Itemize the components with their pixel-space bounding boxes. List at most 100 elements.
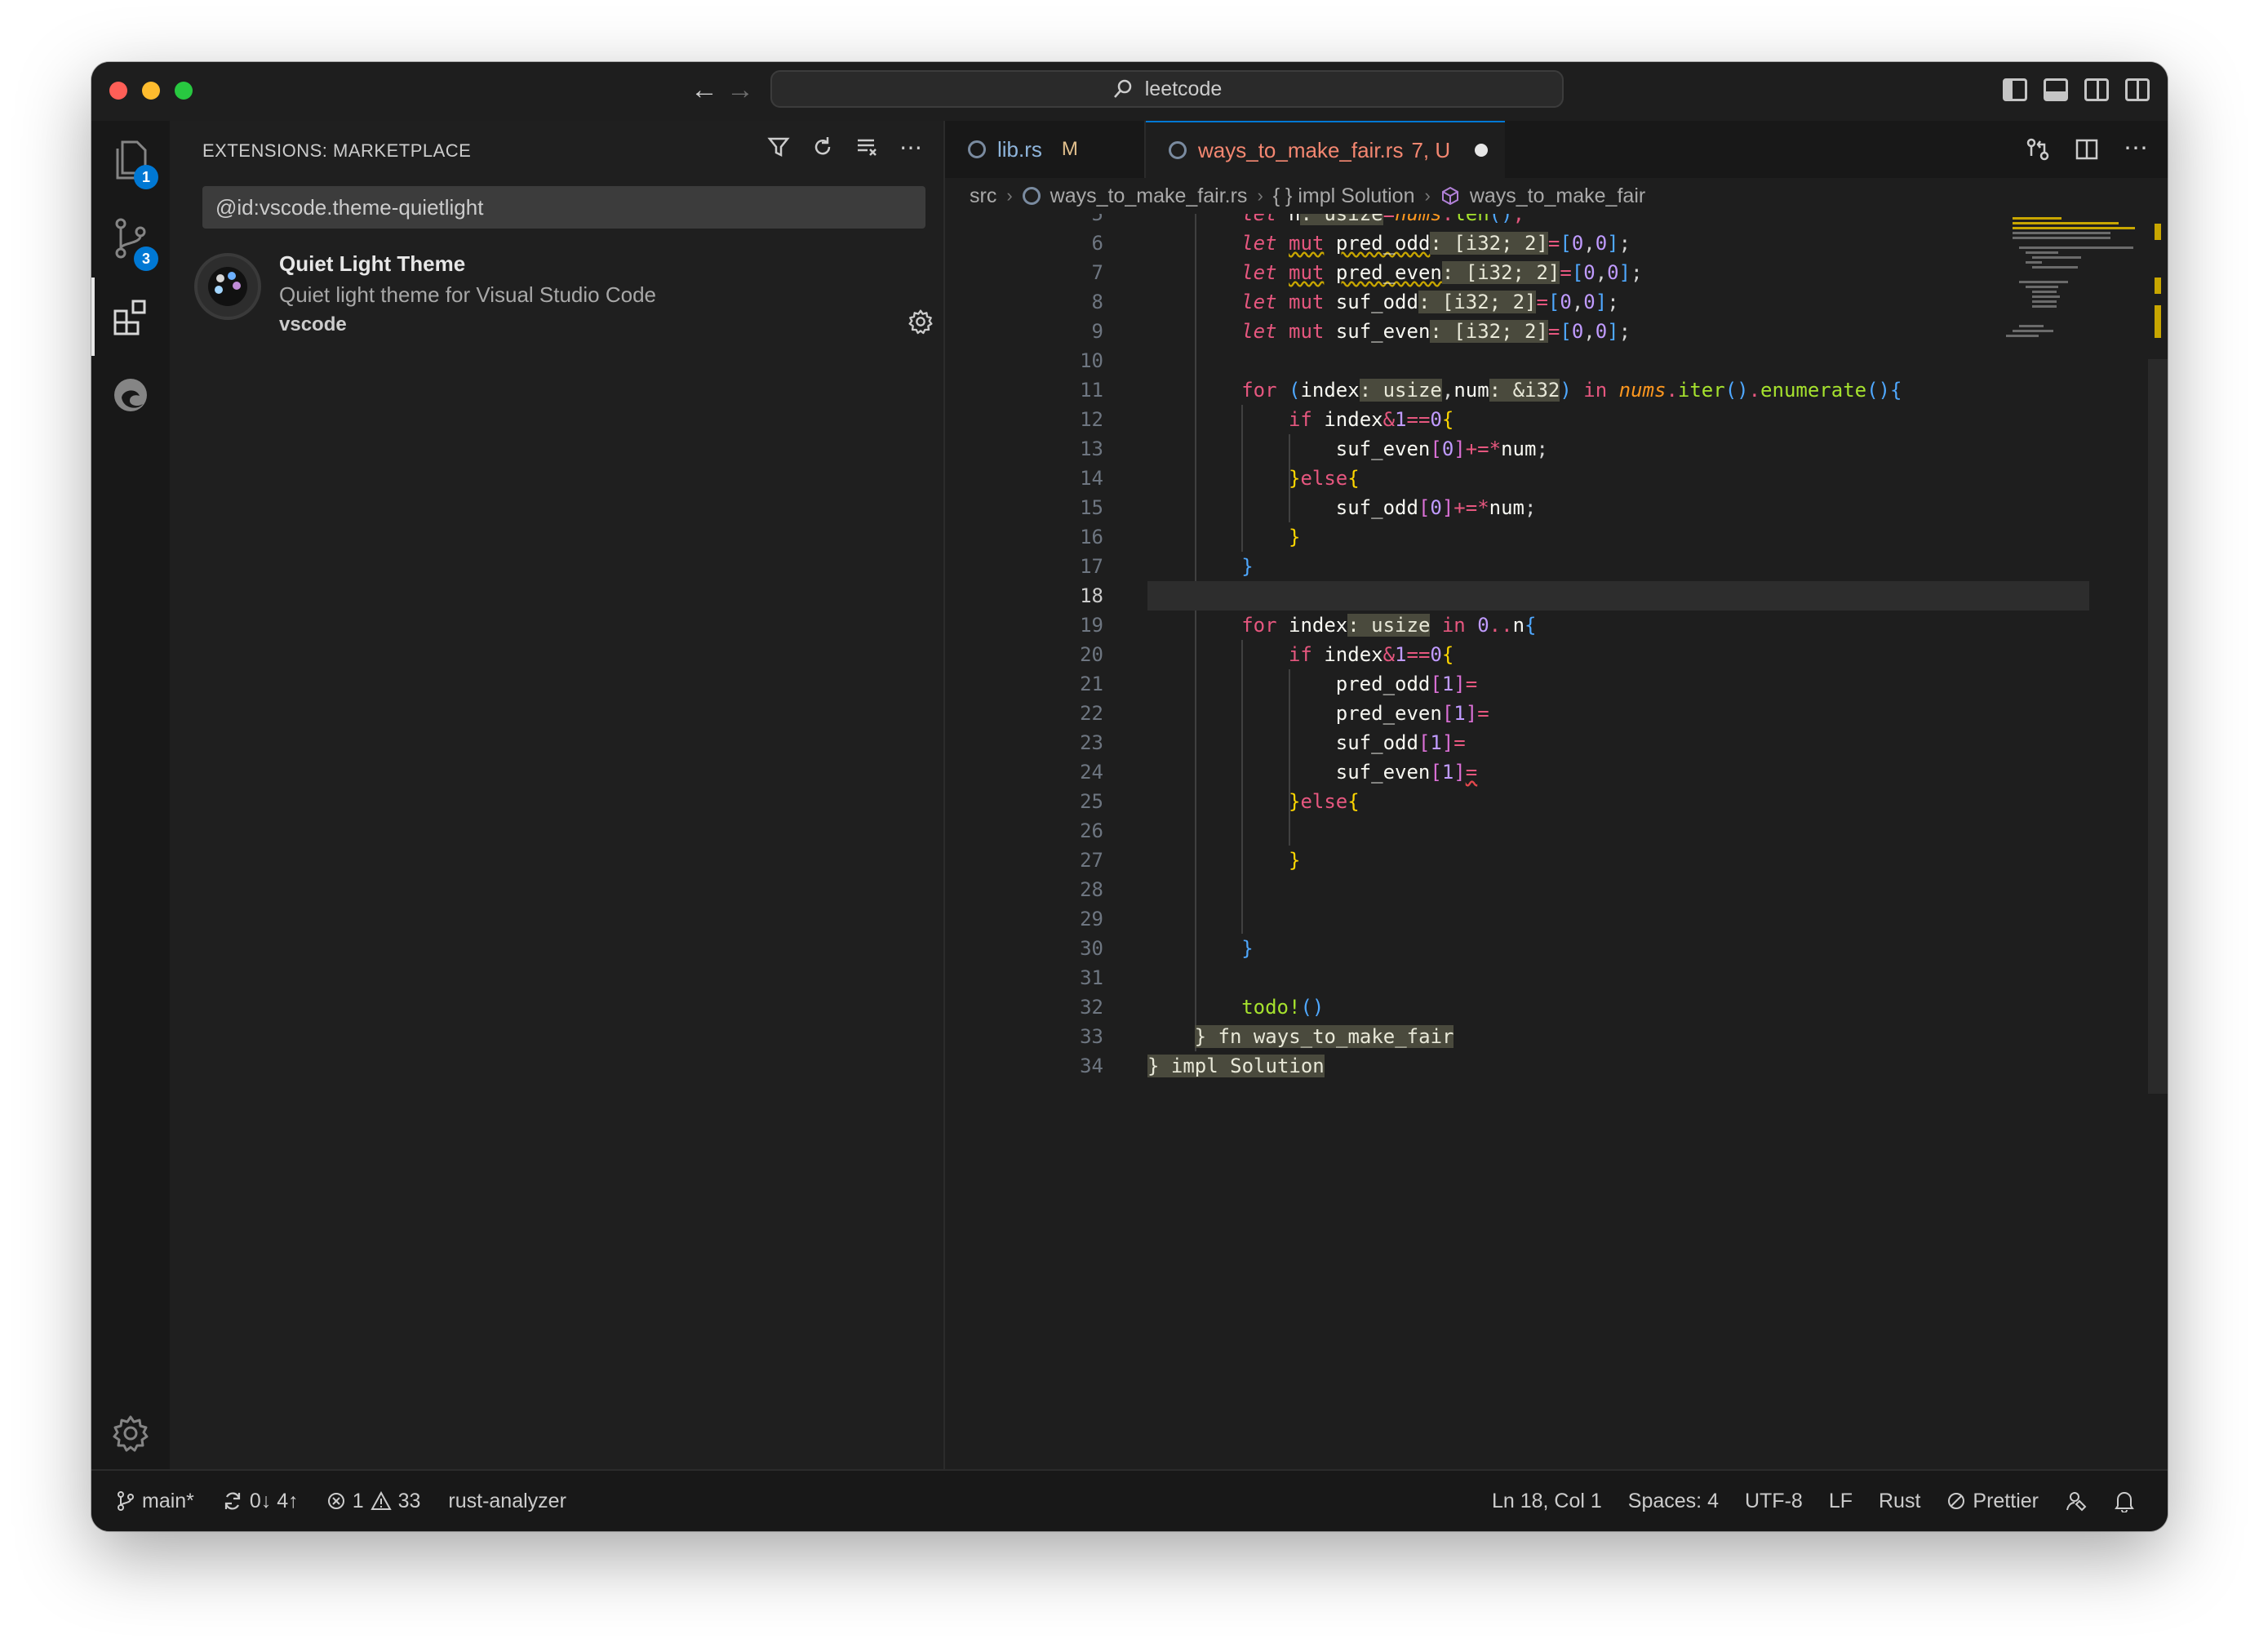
search-icon (1113, 79, 1131, 98)
tab-label: ways_to_make_fair.rs (1198, 137, 1404, 162)
code-text: pred_odd[1]= (1335, 673, 1478, 695)
code-line[interactable]: 7 let mut pred_even: [i32; 2]=[0,0]; (945, 258, 2112, 287)
code-line[interactable]: 11 for (index: usize,num: &i32) in nums.i… (945, 375, 2112, 405)
command-center-search[interactable]: leetcode (770, 70, 1564, 108)
unsaved-dot-icon[interactable] (1475, 144, 1489, 157)
scrollbar-thumb[interactable] (2148, 359, 2168, 1094)
extensions-sidebar: EXTENSIONS: MARKETPLACE ⋯ @id:vscode.the… (170, 121, 945, 1469)
code-line[interactable]: 14 }else{ (945, 464, 2112, 493)
code-line[interactable]: 32 todo!() (945, 993, 2112, 1022)
code-line[interactable]: 25 }else{ (945, 787, 2112, 816)
code-text: if index&1==0{ (1288, 408, 1454, 431)
code-line[interactable]: 13 suf_even[0]+=*num; (945, 434, 2112, 464)
notifications-bell-icon[interactable] (2114, 1490, 2135, 1512)
rust-file-icon (1022, 187, 1041, 205)
language-mode[interactable]: Rust (1879, 1490, 1920, 1513)
more-actions-icon[interactable]: ⋯ (898, 134, 924, 160)
customize-layout-icon[interactable] (2125, 78, 2150, 101)
code-text: } fn ways_to_make_fair (1194, 1025, 1454, 1048)
code-line[interactable]: 5 let n: usize=nums.len(); (945, 214, 2112, 229)
editor-more-actions-icon[interactable]: ⋯ (2124, 136, 2148, 162)
code-line[interactable]: 22 pred_even[1]= (945, 699, 2112, 728)
code-line[interactable]: 9 let mut suf_even: [i32; 2]=[0,0]; (945, 317, 2112, 346)
code-line[interactable]: 20 if index&1==0{ (945, 640, 2112, 669)
sidebar-title: EXTENSIONS: MARKETPLACE (202, 140, 472, 161)
prettier-status[interactable]: Prettier (1946, 1490, 2039, 1513)
warning-icon (370, 1491, 392, 1510)
code-line[interactable]: 12 if index&1==0{ (945, 405, 2112, 434)
close-window-button[interactable] (109, 82, 127, 100)
code-line[interactable]: 10 (945, 346, 2112, 375)
git-branch-icon (118, 1491, 134, 1511)
code-line[interactable]: 17} (945, 552, 2112, 581)
open-changes-icon[interactable] (2026, 137, 2050, 162)
feedback-icon[interactable] (2065, 1490, 2088, 1512)
tab-status: 7, U (1411, 137, 1451, 162)
code-line[interactable]: 24 suf_even[1]= (945, 757, 2112, 787)
branch-status[interactable]: main* (116, 1490, 194, 1513)
extensions-icon (113, 300, 146, 335)
language-server-status[interactable]: rust-analyzer (448, 1490, 566, 1513)
extension-settings-gear-icon[interactable] (908, 309, 934, 335)
extension-list-item[interactable]: Quiet Light Theme Quiet light theme for … (194, 245, 934, 336)
sync-counts: 0↓ 4↑ (249, 1489, 299, 1512)
breadcrumb-function[interactable]: ways_to_make_fair (1470, 184, 1645, 208)
explorer-badge: 1 (134, 165, 158, 189)
minimap[interactable] (2004, 214, 2148, 344)
line-number: 28 (1080, 878, 1103, 901)
code-editor[interactable]: 5 let n: usize=nums.len(); 6 let mut pred_o… (945, 214, 2112, 1469)
maximize-window-button[interactable] (175, 82, 193, 100)
breadcrumb-impl[interactable]: { } impl Solution (1273, 184, 1415, 208)
error-count: 1 (352, 1489, 364, 1512)
minimize-window-button[interactable] (142, 82, 160, 100)
code-text: pred_even[1]= (1335, 702, 1489, 725)
sync-status[interactable]: 0↓ 4↑ (222, 1490, 299, 1513)
edge-activity[interactable] (91, 356, 170, 434)
code-line[interactable]: 19 for index: usize in 0..n{ (945, 611, 2112, 640)
line-number: 9 (1091, 320, 1103, 343)
filter-icon[interactable] (766, 134, 792, 160)
toggle-panel-icon[interactable] (2044, 78, 2068, 101)
encoding[interactable]: UTF-8 (1745, 1490, 1803, 1513)
code-line[interactable]: 23 suf_odd[1]= (945, 728, 2112, 757)
code-line[interactable]: 31 (945, 963, 2112, 993)
code-line[interactable]: 30} (945, 934, 2112, 963)
toggle-primary-sidebar-icon[interactable] (2003, 78, 2027, 101)
breadcrumb-folder[interactable]: src (970, 184, 996, 208)
forward-arrow-icon[interactable]: → (726, 73, 754, 106)
code-line[interactable]: 21 pred_odd[1]= (945, 669, 2112, 699)
manage-activity[interactable] (91, 1394, 170, 1472)
indentation[interactable]: Spaces: 4 (1628, 1490, 1719, 1513)
extensions-search-input[interactable]: @id:vscode.theme-quietlight (202, 186, 925, 229)
code-line[interactable]: 18 (945, 581, 2112, 611)
refresh-icon[interactable] (810, 134, 836, 160)
tab-lib-rs[interactable]: lib.rs M (945, 121, 1146, 178)
source-control-badge: 3 (134, 246, 158, 271)
code-line[interactable]: 26 (945, 816, 2112, 846)
cursor-position[interactable]: Ln 18, Col 1 (1492, 1490, 1602, 1513)
sync-icon (224, 1492, 241, 1510)
code-line[interactable]: 15 suf_odd[0]+=*num; (945, 493, 2112, 522)
code-line[interactable]: 27 } (945, 846, 2112, 875)
code-line[interactable]: 34} impl Solution (945, 1051, 2112, 1081)
toggle-secondary-sidebar-icon[interactable] (2084, 78, 2109, 101)
code-line[interactable]: 8 let mut suf_odd: [i32; 2]=[0,0]; (945, 287, 2112, 317)
end-of-line[interactable]: LF (1829, 1490, 1853, 1513)
code-line[interactable]: 28 (945, 875, 2112, 904)
clear-results-icon[interactable] (854, 134, 880, 160)
code-line[interactable]: 33} fn ways_to_make_fair (945, 1022, 2112, 1051)
branch-name: main* (142, 1489, 194, 1512)
split-editor-icon[interactable] (2075, 137, 2099, 162)
tab-ways-to-make-fair[interactable]: ways_to_make_fair.rs 7, U (1146, 121, 1505, 178)
code-line[interactable]: 6 let mut pred_odd: [i32; 2]=[0,0]; (945, 229, 2112, 258)
line-number: 19 (1080, 614, 1103, 637)
code-line[interactable]: 29 (945, 904, 2112, 934)
explorer-activity[interactable]: 1 (91, 121, 170, 199)
source-control-activity[interactable]: 3 (91, 199, 170, 278)
breadcrumb-file[interactable]: ways_to_make_fair.rs (1050, 184, 1248, 208)
problems-status[interactable]: 1 33 (326, 1489, 420, 1513)
code-line[interactable]: 16 } (945, 522, 2112, 552)
back-arrow-icon[interactable]: ← (690, 73, 718, 106)
code-text: suf_even[0]+=*num; (1335, 437, 1548, 460)
extensions-activity[interactable] (91, 278, 170, 356)
